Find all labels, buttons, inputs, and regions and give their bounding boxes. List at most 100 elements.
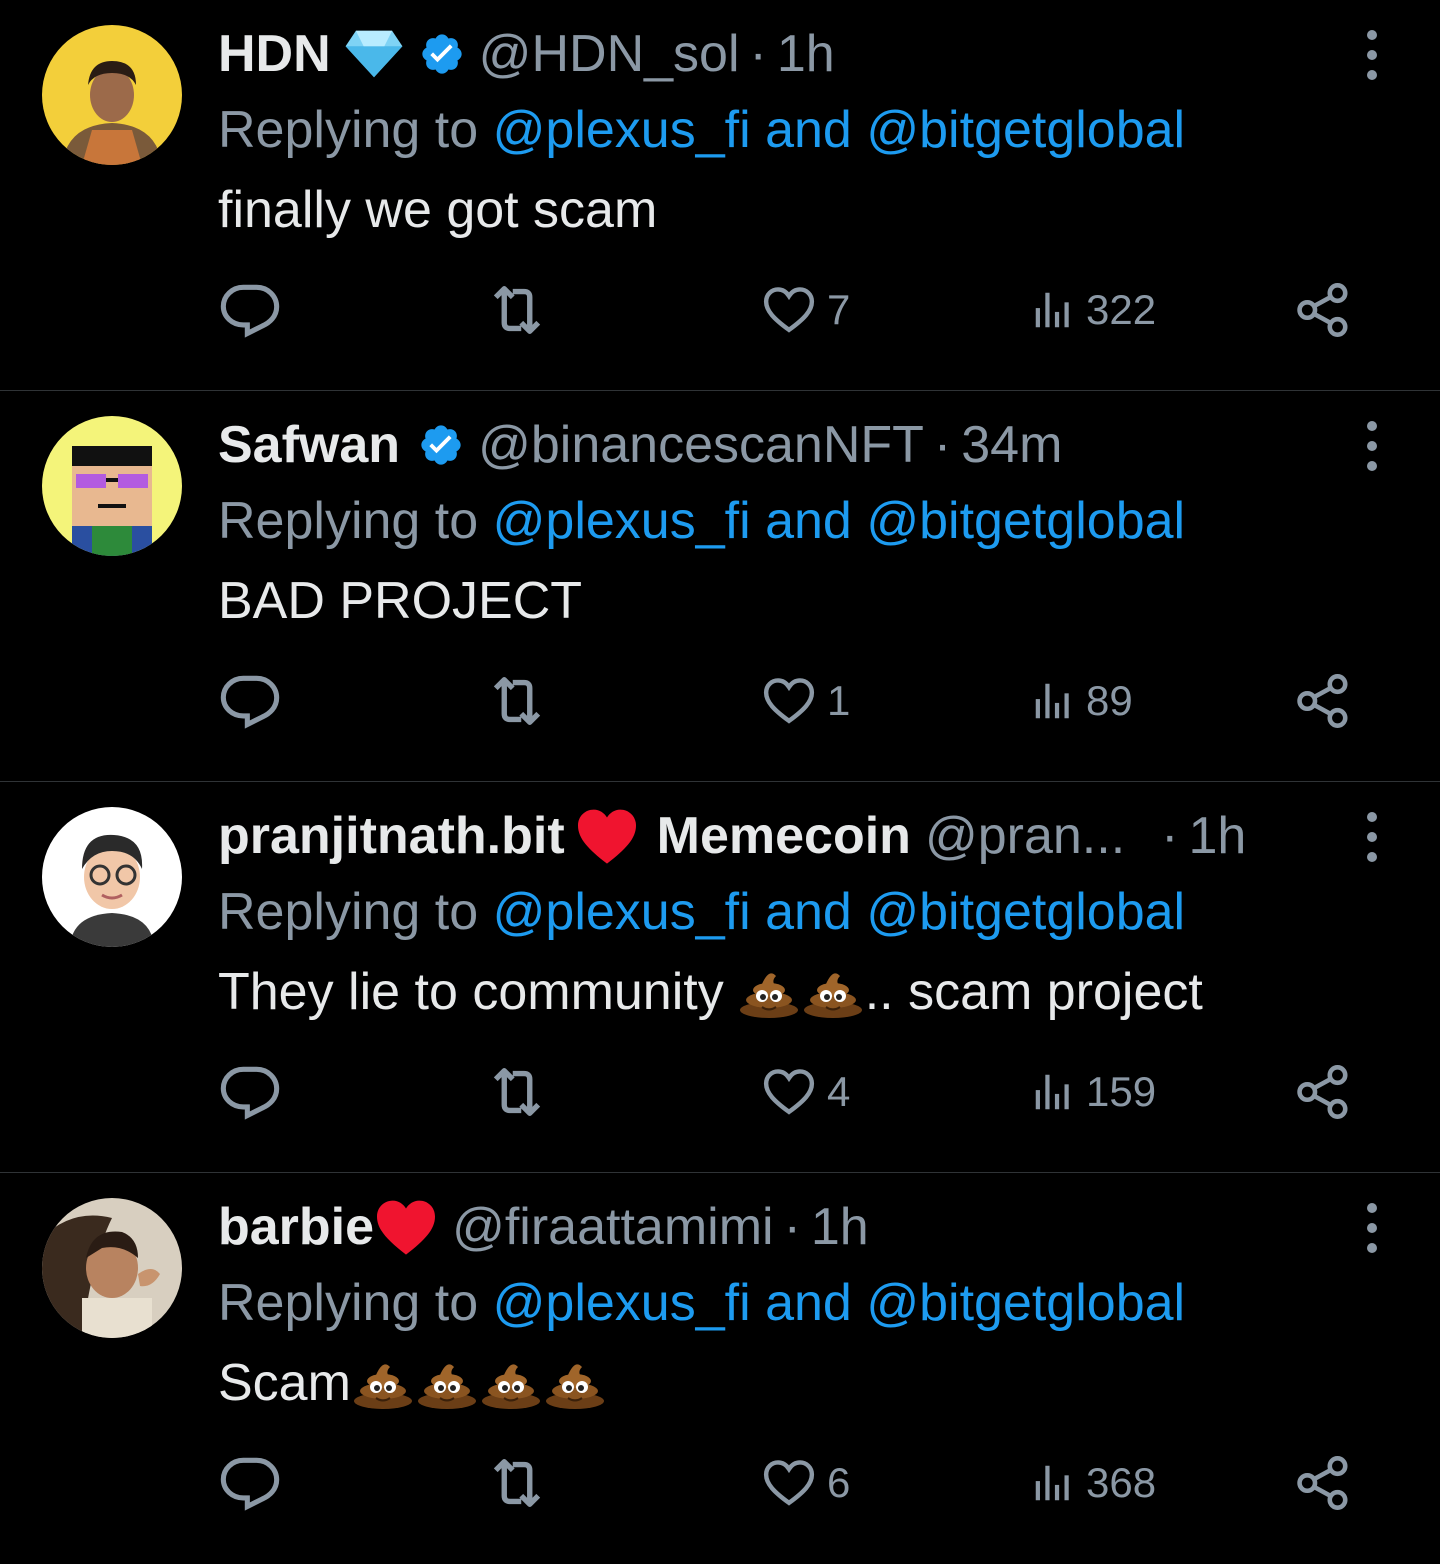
mention-link[interactable]: @plexus_fi — [493, 1274, 751, 1332]
like-button[interactable]: 4 — [761, 1052, 850, 1132]
gem-icon — [343, 28, 405, 80]
share-button[interactable] — [1294, 1052, 1352, 1132]
poop-emoji-icon — [480, 1357, 542, 1409]
more-options-icon[interactable] — [1352, 1203, 1392, 1253]
display-name[interactable]: pranjitnath.bit — [218, 800, 565, 872]
replying-to: Replying to @plexus_fi and @bitgetglobal — [218, 481, 1320, 561]
retweet-button[interactable] — [483, 1443, 551, 1523]
share-icon — [1294, 1063, 1352, 1121]
and-label[interactable]: and — [765, 883, 852, 941]
user-handle[interactable]: @binancescanNFT — [478, 409, 924, 481]
separator: · — [1161, 807, 1179, 865]
display-name[interactable]: barbie — [218, 1191, 374, 1263]
share-button[interactable] — [1294, 270, 1352, 350]
avatar[interactable] — [42, 807, 182, 947]
like-count: 1 — [827, 677, 851, 724]
tweet-text-content: They lie to community — [218, 963, 724, 1021]
poop-emoji-icon — [544, 1357, 606, 1409]
more-options-icon[interactable] — [1352, 421, 1392, 471]
mention-link[interactable]: @bitgetglobal — [866, 492, 1185, 550]
timestamp[interactable]: 1h — [777, 18, 835, 90]
views-button[interactable]: 89 — [1030, 661, 1133, 741]
more-options-icon[interactable] — [1352, 812, 1392, 862]
mention-link[interactable]: @plexus_fi — [493, 101, 751, 159]
views-icon — [1030, 1069, 1076, 1115]
verified-badge-icon[interactable] — [418, 422, 464, 468]
and-label[interactable]: and — [765, 492, 852, 550]
reply-button[interactable] — [218, 270, 282, 350]
heart-icon — [761, 1455, 817, 1511]
user-handle[interactable]: @pran... — [925, 800, 1125, 872]
replying-to: Replying to @plexus_fi and @bitgetglobal — [218, 1263, 1320, 1343]
reply-icon — [218, 1060, 282, 1124]
reply-feed: HDN @HDN_sol · 1h Replying to @plexus_fi… — [0, 0, 1440, 1564]
tweet-text: finally we got scam — [218, 170, 1320, 250]
mention-link[interactable]: @plexus_fi — [493, 492, 751, 550]
verified-badge-icon[interactable] — [419, 31, 465, 77]
like-button[interactable]: 7 — [761, 270, 850, 350]
action-bar: 7 322 — [218, 270, 1350, 350]
share-icon — [1294, 1454, 1352, 1512]
reply-button[interactable] — [218, 1443, 282, 1523]
and-label[interactable]: and — [765, 101, 852, 159]
retweet-icon — [483, 276, 551, 344]
reply-icon — [218, 278, 282, 342]
tweet-text: BAD PROJECT — [218, 561, 1320, 641]
mention-link[interactable]: @plexus_fi — [493, 883, 751, 941]
tweet-text-content: Scam — [218, 1354, 351, 1412]
tweet[interactable]: pranjitnath.bit Memecoin @pran... · 1h R… — [0, 782, 1440, 1173]
avatar[interactable] — [42, 1198, 182, 1338]
view-count: 322 — [1086, 286, 1157, 333]
like-count: 4 — [827, 1068, 851, 1115]
display-name-suffix[interactable]: Memecoin — [657, 800, 911, 872]
reply-button[interactable] — [218, 661, 282, 741]
mention-link[interactable]: @bitgetglobal — [866, 101, 1185, 159]
retweet-icon — [483, 1449, 551, 1517]
separator: · — [783, 1198, 801, 1256]
red-heart-icon — [575, 807, 639, 865]
heart-icon — [761, 1064, 817, 1120]
user-handle[interactable]: @HDN_sol — [479, 18, 740, 90]
timestamp[interactable]: 1h — [1188, 800, 1246, 872]
tweet-text-content: finally we got scam — [218, 181, 658, 239]
avatar[interactable] — [42, 25, 182, 165]
more-options-icon[interactable] — [1352, 30, 1392, 80]
views-icon — [1030, 287, 1076, 333]
heart-icon — [761, 282, 817, 338]
timestamp[interactable]: 1h — [811, 1191, 869, 1263]
reply-icon — [218, 1451, 282, 1515]
reply-button[interactable] — [218, 1052, 282, 1132]
share-button[interactable] — [1294, 1443, 1352, 1523]
replying-to: Replying to @plexus_fi and @bitgetglobal — [218, 90, 1320, 170]
tweet[interactable]: HDN @HDN_sol · 1h Replying to @plexus_fi… — [0, 0, 1440, 391]
tweet[interactable]: barbie @firaattamimi · 1h Replying to @p… — [0, 1173, 1440, 1564]
replying-to: Replying to @plexus_fi and @bitgetglobal — [218, 872, 1320, 952]
tweet[interactable]: Safwan @binancescanNFT · 34m Replying to… — [0, 391, 1440, 782]
retweet-button[interactable] — [483, 270, 551, 350]
tweet-text: Scam — [218, 1343, 1320, 1423]
avatar[interactable] — [42, 416, 182, 556]
views-button[interactable]: 368 — [1030, 1443, 1156, 1523]
poop-emoji-icon — [738, 966, 800, 1018]
retweet-button[interactable] — [483, 661, 551, 741]
mention-link[interactable]: @bitgetglobal — [866, 883, 1185, 941]
user-handle[interactable]: @firaattamimi — [452, 1191, 774, 1263]
timestamp[interactable]: 34m — [961, 409, 1062, 481]
views-button[interactable]: 322 — [1030, 270, 1156, 350]
like-button[interactable]: 6 — [761, 1443, 850, 1523]
and-label[interactable]: and — [765, 1274, 852, 1332]
views-icon — [1030, 678, 1076, 724]
display-name[interactable]: HDN — [218, 18, 331, 90]
view-count: 89 — [1086, 677, 1133, 724]
share-button[interactable] — [1294, 661, 1352, 741]
replying-to-label: Replying to — [218, 492, 479, 550]
display-name[interactable]: Safwan — [218, 409, 400, 481]
tweet-text: They lie to community .. scam project — [218, 952, 1320, 1032]
views-button[interactable]: 159 — [1030, 1052, 1156, 1132]
retweet-button[interactable] — [483, 1052, 551, 1132]
poop-emoji-icon — [802, 966, 864, 1018]
like-count: 7 — [827, 286, 851, 333]
action-bar: 4 159 — [218, 1052, 1350, 1132]
mention-link[interactable]: @bitgetglobal — [866, 1274, 1185, 1332]
like-button[interactable]: 1 — [761, 661, 850, 741]
